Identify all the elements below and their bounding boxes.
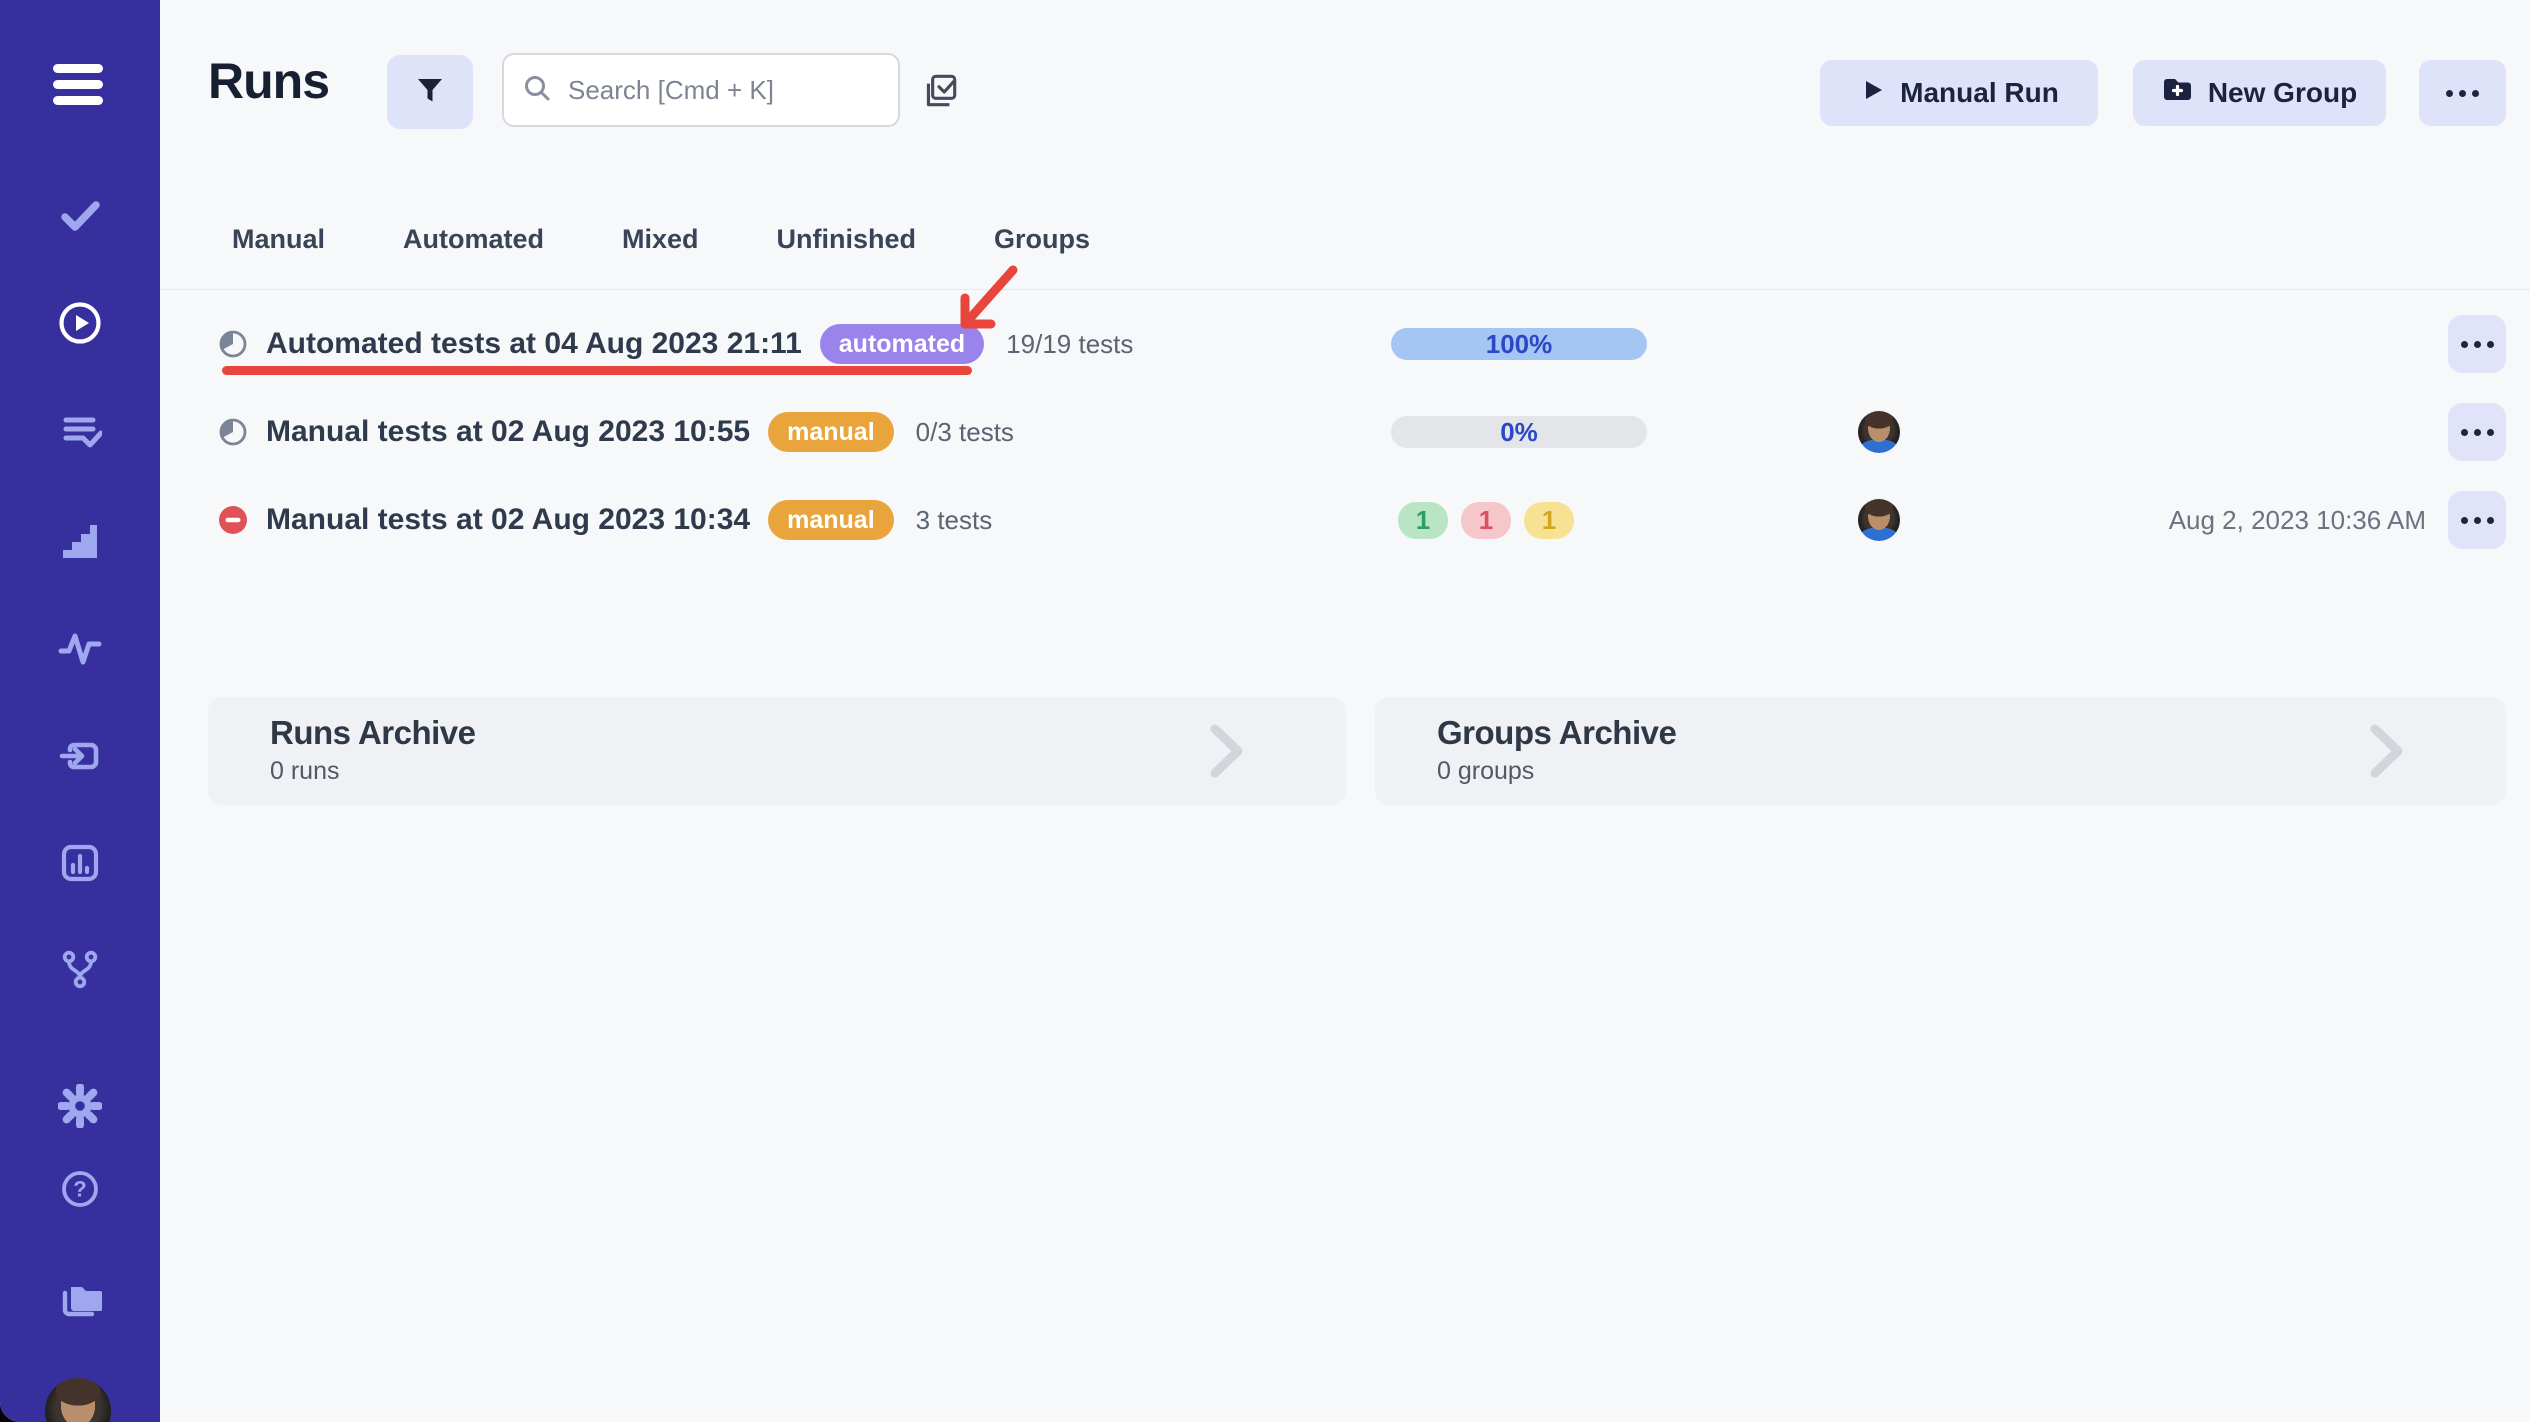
play-icon — [1859, 77, 1885, 110]
checkmark-icon — [58, 194, 102, 241]
runs-tabs: Manual Automated Mixed Unfinished Groups — [232, 224, 1090, 255]
chevron-right-icon — [1208, 723, 1246, 784]
manual-run-button[interactable]: Manual Run — [1820, 60, 2098, 126]
archive-title: Runs Archive — [270, 714, 476, 752]
bulk-select-button[interactable] — [916, 68, 964, 116]
failed-count: 1 — [1461, 502, 1511, 539]
archive-count: 0 runs — [270, 757, 339, 786]
archive-count: 0 groups — [1437, 757, 1534, 786]
funnel-icon — [415, 75, 445, 110]
ellipsis-icon — [2461, 341, 2494, 348]
pulse-icon — [58, 627, 102, 674]
annotation-arrow-icon — [945, 252, 1035, 342]
result-counts: 1 1 1 — [1398, 502, 1574, 539]
search-input[interactable] — [502, 53, 900, 127]
tab-mixed[interactable]: Mixed — [622, 224, 699, 255]
sidebar-item-import[interactable] — [56, 733, 104, 781]
run-title[interactable]: Manual tests at 02 Aug 2023 10:34 — [266, 503, 750, 537]
row-more-button[interactable] — [2448, 315, 2506, 373]
ellipsis-icon — [2461, 517, 2494, 524]
help-circle-icon: ? — [58, 1167, 102, 1214]
run-type-badge: manual — [768, 500, 894, 540]
search-icon — [522, 73, 552, 108]
assignee-avatar[interactable] — [1858, 411, 1900, 453]
menu-icon[interactable] — [53, 64, 103, 105]
more-actions-button[interactable] — [2419, 60, 2506, 126]
app-window: ? Runs Manual Run — [0, 0, 2530, 1422]
gear-icon — [58, 1084, 102, 1131]
user-avatar[interactable] — [45, 1378, 111, 1422]
tab-groups[interactable]: Groups — [994, 224, 1090, 255]
passed-count: 1 — [1398, 502, 1448, 539]
manual-run-label: Manual Run — [1900, 77, 2059, 109]
run-progress-pie-icon — [218, 417, 248, 447]
ellipsis-icon — [2461, 429, 2494, 436]
new-group-button[interactable]: New Group — [2133, 60, 2386, 126]
sidebar-item-projects[interactable] — [56, 1274, 104, 1322]
runs-archive-card[interactable]: Runs Archive 0 runs — [208, 697, 1346, 805]
folder-plus-icon — [2162, 76, 2193, 110]
run-progress-pie-icon — [218, 329, 248, 359]
sidebar-item-settings[interactable] — [56, 1083, 104, 1131]
run-type-badge: manual — [768, 412, 894, 452]
row-more-button[interactable] — [2448, 403, 2506, 461]
tab-automated[interactable]: Automated — [403, 224, 544, 255]
run-title[interactable]: Manual tests at 02 Aug 2023 10:55 — [266, 415, 750, 449]
run-progress-bar: 0% — [1391, 416, 1647, 448]
run-progress-bar: 100% — [1391, 328, 1647, 360]
page-title: Runs — [208, 52, 329, 110]
copy-check-icon — [919, 70, 961, 115]
bar-chart-icon — [58, 841, 102, 888]
sidebar-item-integrations[interactable] — [56, 946, 104, 994]
run-row-manual-1055[interactable]: Manual tests at 02 Aug 2023 10:55 manual… — [0, 388, 2530, 476]
folders-icon — [58, 1275, 102, 1322]
assignee-avatar[interactable] — [1858, 499, 1900, 541]
groups-archive-card[interactable]: Groups Archive 0 groups — [1375, 697, 2506, 805]
sidebar-item-tests[interactable] — [56, 193, 104, 241]
run-tests-count: 3 tests — [916, 505, 993, 536]
filter-button[interactable] — [387, 55, 473, 129]
annotation-underline — [222, 366, 972, 375]
archive-title: Groups Archive — [1437, 714, 1676, 752]
branch-icon — [58, 947, 102, 994]
new-group-label: New Group — [2208, 77, 2357, 109]
run-date: Aug 2, 2023 10:36 AM — [2169, 505, 2426, 536]
blocked-count: 1 — [1524, 502, 1574, 539]
run-row-manual-1034[interactable]: Manual tests at 02 Aug 2023 10:34 manual… — [0, 476, 2530, 564]
sidebar: ? — [0, 0, 160, 1422]
import-icon — [58, 734, 102, 781]
sidebar-item-activity[interactable] — [56, 626, 104, 674]
tabs-divider — [160, 289, 2530, 290]
search-field[interactable] — [566, 74, 880, 107]
chevron-right-icon — [2368, 723, 2406, 784]
run-tests-count: 0/3 tests — [916, 417, 1014, 448]
tab-manual[interactable]: Manual — [232, 224, 325, 255]
row-more-button[interactable] — [2448, 491, 2506, 549]
ellipsis-icon — [2446, 90, 2479, 97]
sidebar-item-reports[interactable] — [56, 840, 104, 888]
run-stopped-icon — [218, 505, 248, 535]
sidebar-item-help[interactable]: ? — [56, 1166, 104, 1214]
svg-text:?: ? — [73, 1176, 86, 1201]
tab-unfinished[interactable]: Unfinished — [777, 224, 917, 255]
run-title[interactable]: Automated tests at 04 Aug 2023 21:11 — [266, 327, 802, 361]
